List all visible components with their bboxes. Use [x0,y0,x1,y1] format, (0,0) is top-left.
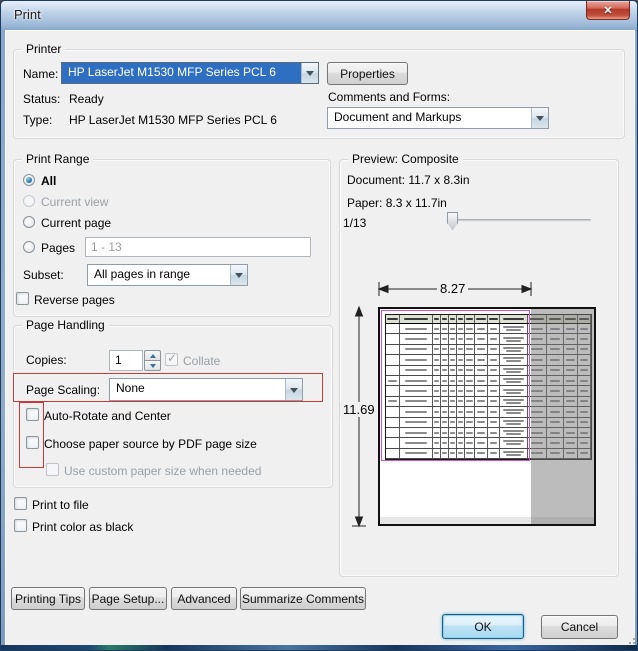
collate-checkbox [165,353,178,366]
radio-all-label: All [41,174,56,188]
reverse-pages-label: Reverse pages [34,293,115,307]
height-dimension-label: 11.69 [340,402,378,417]
printer-group-label: Printer [22,42,65,56]
custom-paper-label: Use custom paper size when needed [64,464,261,478]
auto-rotate-label: Auto-Rotate and Center [44,409,171,423]
radio-current-view-label: Current view [41,195,108,209]
page-setup-button[interactable]: Page Setup... [89,587,167,610]
paper-source-label: Choose paper source by PDF page size [44,437,257,451]
printer-type-value: HP LaserJet M1530 MFP Series PCL 6 [69,113,277,127]
width-dimension-label: 8.27 [437,281,468,296]
cancel-button[interactable]: Cancel [541,615,618,639]
summarize-comments-button[interactable]: Summarize Comments [240,587,366,610]
copies-label: Copies: [26,353,67,367]
preview-page-thumbnail [378,307,596,526]
reverse-pages-checkbox[interactable] [16,292,29,305]
radio-current-view [23,195,35,207]
printer-type-label: Type: [23,113,52,127]
print-to-file-checkbox[interactable] [14,497,27,510]
annotation-box-checkboxes [19,402,44,468]
preview-group-label: Preview: Composite [348,152,463,166]
printer-status-label: Status: [23,92,60,106]
subset-value: All pages in range [88,265,230,285]
close-button[interactable]: ✕ [586,1,630,20]
print-range-group-label: Print Range [22,152,93,166]
clipped-region-overlay [531,309,594,524]
document-outline [381,310,530,461]
radio-current-page[interactable] [23,216,35,228]
radio-pages[interactable] [23,241,35,253]
spin-up-button[interactable] [144,350,161,360]
annotation-box-page-scaling [13,373,323,402]
radio-pages-label: Pages [41,241,75,255]
page-handling-group-label: Page Handling [22,318,109,332]
window-bottom-edge [1,645,637,650]
subset-select[interactable]: All pages in range [87,264,248,286]
pages-range-input[interactable]: 1 - 13 [85,237,311,257]
print-color-black-checkbox[interactable] [14,519,27,532]
collate-label: Collate [183,354,220,368]
printer-name-value: HP LaserJet M1530 MFP Series PCL 6 [62,63,301,83]
preview-page-indicator: 1/13 [343,216,366,230]
preview-document-info: Document: 11.7 x 8.3in [347,173,470,187]
preview-paper-info: Paper: 8.3 x 11.7in [347,196,447,210]
chevron-down-icon[interactable] [531,108,548,128]
spin-down-button[interactable] [144,360,161,371]
print-dialog-window: Print ✕ Printer Name: HP LaserJet M1530 … [0,0,638,651]
comments-forms-value: Document and Markups [328,108,531,128]
copies-stepper [144,350,161,371]
print-color-black-label: Print color as black [32,520,133,534]
radio-current-page-label: Current page [41,216,111,230]
spin-up-icon [150,351,156,358]
spin-down-icon [150,364,156,371]
printing-tips-button[interactable]: Printing Tips [11,587,85,610]
printer-status-value: Ready [69,92,104,106]
chevron-down-icon[interactable] [301,63,318,83]
print-to-file-label: Print to file [32,498,89,512]
printer-name-select[interactable]: HP LaserJet M1530 MFP Series PCL 6 [61,62,319,84]
window-title: Print [14,7,41,22]
subset-label: Subset: [23,268,64,282]
chevron-down-icon[interactable] [230,265,247,285]
comments-forms-label: Comments and Forms: [328,90,450,104]
custom-paper-checkbox [46,463,59,476]
comments-forms-select[interactable]: Document and Markups [327,107,549,129]
copies-input[interactable]: 1 [109,350,143,371]
printer-name-label: Name: [23,67,58,81]
properties-button[interactable]: Properties [327,62,408,85]
ok-button[interactable]: OK [442,614,524,639]
advanced-button[interactable]: Advanced [171,587,237,610]
close-icon: ✕ [603,4,612,17]
radio-all[interactable] [23,174,35,186]
preview-slider-track[interactable] [447,219,591,222]
